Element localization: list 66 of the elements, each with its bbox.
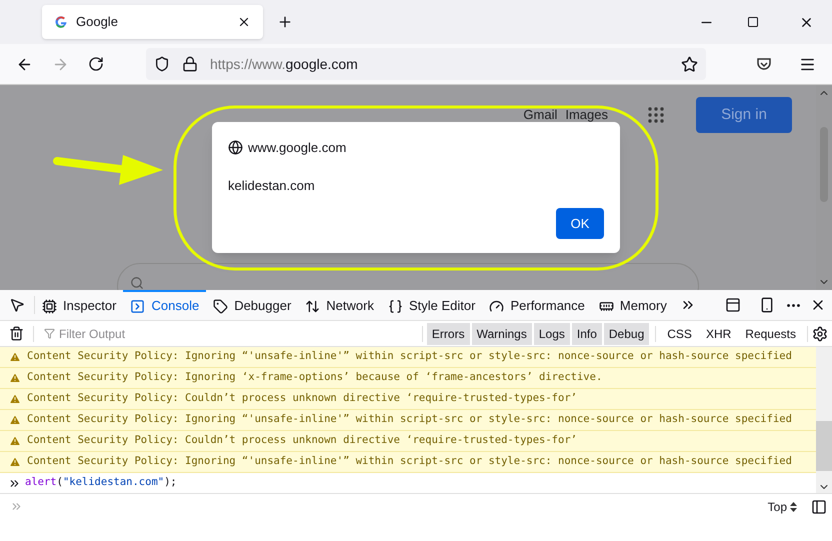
devtools-tab[interactable]: Style Editor <box>380 290 482 320</box>
level-filter-button[interactable]: Errors <box>426 322 470 344</box>
dock-icon[interactable] <box>725 297 741 313</box>
tag-icon <box>213 298 228 314</box>
bookmark-star-icon[interactable] <box>681 56 698 72</box>
settings-icon[interactable] <box>812 326 828 342</box>
sort-arrows-icon[interactable] <box>790 502 797 512</box>
scrollbar-thumb[interactable] <box>816 421 832 471</box>
warning-icon <box>9 351 21 363</box>
shield-icon[interactable] <box>154 56 170 72</box>
close-icon[interactable] <box>237 15 251 29</box>
address-bar[interactable]: https://www.google.com <box>146 48 706 80</box>
message-text: Content Security Policy: Ignoring “'unsafe-inline'” within script-src or style-src: nonce-source or hash-source specified <box>27 454 792 470</box>
message-text: Content Security Policy: Ignoring “'unsafe-inline'” within script-src or style-src: nonce-source or hash-source specified <box>27 412 792 428</box>
reload-icon[interactable] <box>88 56 104 72</box>
filter-input[interactable]: Filter Output <box>59 324 422 342</box>
context-selector[interactable]: Top <box>768 498 787 516</box>
level-filter-button[interactable]: Debug <box>604 322 650 344</box>
arrows-icon <box>305 298 320 314</box>
pocket-icon[interactable] <box>756 56 772 72</box>
devtools-tab[interactable]: Debugger <box>206 290 298 320</box>
alert-origin: www.google.com <box>248 139 346 157</box>
warning-icon <box>9 372 21 384</box>
apps-grid-icon[interactable] <box>648 107 664 123</box>
level-filter-button[interactable]: Warnings <box>472 322 532 344</box>
braces-icon <box>388 298 403 314</box>
network-filter-button[interactable]: CSS <box>662 322 697 344</box>
new-tab-icon[interactable] <box>277 14 293 30</box>
devtools-tab[interactable]: Performance <box>482 290 592 320</box>
filter-icon <box>44 328 55 339</box>
devtools-tab[interactable]: Network <box>298 290 381 320</box>
warning-icon <box>9 393 21 405</box>
responsive-icon[interactable] <box>759 297 775 313</box>
g-logo-icon <box>54 15 68 29</box>
scrollbar[interactable] <box>816 347 832 493</box>
warning-icon <box>9 456 21 468</box>
devtools-tab[interactable]: Console <box>123 290 206 320</box>
network-filter-button[interactable]: Requests <box>740 322 801 344</box>
input-prompt-icon <box>10 500 23 513</box>
terminal-icon <box>130 298 146 314</box>
browser-tab[interactable]: Google <box>42 5 263 39</box>
gauge-icon <box>489 298 504 314</box>
devtools-tab[interactable]: Inspector <box>35 290 124 320</box>
globe-icon <box>228 140 243 156</box>
message-text: Content Security Policy: Couldn’t process unknown directive ‘require-trusted-types-for’ <box>27 391 577 406</box>
sidebar-icon[interactable] <box>811 498 827 514</box>
chip-icon <box>42 298 57 314</box>
ok-button[interactable]: OK <box>556 208 604 239</box>
message-text: Content Security Policy: Ignoring “'unsafe-inline'” within script-src or style-src: nonce-source or hash-source specified <box>27 349 792 364</box>
url-text: https://www.google.com <box>210 54 359 74</box>
lock-icon <box>182 56 198 72</box>
console-command: alert("kelidestan.com"); <box>25 475 177 490</box>
message-text: Content Security Policy: Ignoring ‘x-frame-options’ because of ‘frame-ancestors’ directive. <box>27 370 602 386</box>
warning-icon <box>9 435 21 447</box>
pick-element-icon[interactable] <box>9 297 25 313</box>
warning-icon <box>9 414 21 426</box>
alert-message: kelidestan.com <box>228 176 316 194</box>
level-filter-button[interactable]: Info <box>572 322 602 344</box>
search-icon <box>130 276 144 290</box>
devtools-tab[interactable]: Memory <box>592 290 674 320</box>
message-text: Content Security Policy: Couldn’t process unknown directive ‘require-trusted-types-for’ <box>27 433 577 448</box>
trash-icon[interactable] <box>9 326 24 341</box>
tab-title: Google <box>76 13 119 32</box>
level-filter-button[interactable]: Logs <box>534 322 570 344</box>
network-filter-button[interactable]: XHR <box>700 322 736 344</box>
maximize-icon[interactable] <box>747 16 759 28</box>
